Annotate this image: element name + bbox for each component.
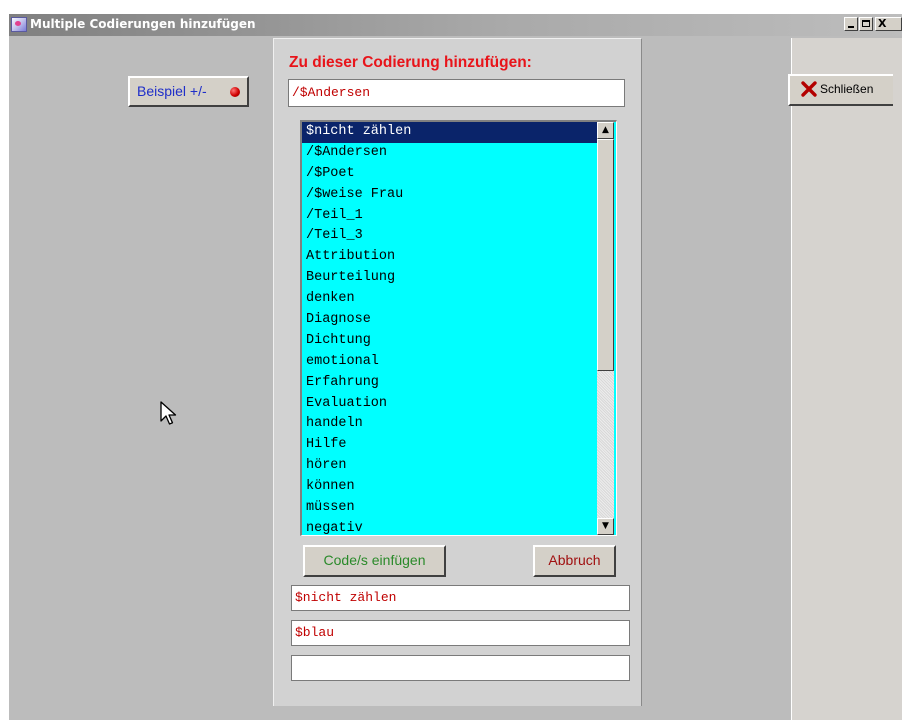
mouse-pointer-icon <box>160 401 177 425</box>
list-item[interactable]: müssen <box>302 498 597 519</box>
window-close-button[interactable]: X <box>875 17 902 31</box>
list-item[interactable]: Erfahrung <box>302 373 597 394</box>
list-item[interactable]: handeln <box>302 414 597 435</box>
list-item[interactable]: /Teil_3 <box>302 226 597 247</box>
cancel-button[interactable]: Abbruch <box>533 545 616 577</box>
list-item[interactable]: denken <box>302 289 597 310</box>
panel-heading: Zu dieser Codierung hinzufügen: <box>289 54 532 71</box>
list-item[interactable]: Evaluation <box>302 394 597 415</box>
list-item[interactable]: /Teil_1 <box>302 206 597 227</box>
close-dialog-button[interactable]: Schließen <box>788 74 893 106</box>
scroll-down-arrow-icon[interactable]: ▼ <box>597 518 614 535</box>
list-item[interactable]: Hilfe <box>302 435 597 456</box>
minimize-button[interactable] <box>844 17 858 31</box>
app-icon <box>11 17 27 32</box>
list-item[interactable]: Dichtung <box>302 331 597 352</box>
insert-codes-button[interactable]: Code/s einfügen <box>303 545 446 577</box>
window-title: Multiple Codierungen hinzufügen <box>30 17 256 31</box>
target-code-field[interactable]: /$Andersen <box>288 79 625 107</box>
list-item[interactable]: emotional <box>302 352 597 373</box>
sample-button-label: Beispiel +/- <box>137 83 207 99</box>
selected-code-field-1[interactable]: $nicht zählen <box>291 585 630 611</box>
list-scrollbar[interactable]: ▲ ▼ <box>597 122 614 535</box>
title-bar[interactable]: Multiple Codierungen hinzufügen X <box>9 14 902 36</box>
red-dot-icon <box>230 87 240 97</box>
scroll-thumb[interactable] <box>597 139 614 371</box>
list-item-selected[interactable]: $nicht zählen <box>302 122 597 143</box>
maximize-icon <box>862 20 870 27</box>
scroll-up-arrow-icon[interactable]: ▲ <box>597 122 614 139</box>
selected-code-field-3[interactable] <box>291 655 630 681</box>
list-item[interactable]: können <box>302 477 597 498</box>
list-item[interactable]: /$Andersen <box>302 143 597 164</box>
code-list-items: $nicht zählen /$Andersen /$Poet /$weise … <box>302 122 597 535</box>
maximize-button[interactable] <box>859 17 873 31</box>
minimize-icon <box>848 26 854 28</box>
close-button-label: Schließen <box>820 82 874 96</box>
sample-toggle-button[interactable]: Beispiel +/- <box>128 76 249 107</box>
list-item[interactable]: /$weise Frau <box>302 185 597 206</box>
list-item[interactable]: /$Poet <box>302 164 597 185</box>
list-item[interactable]: Attribution <box>302 247 597 268</box>
right-panel <box>791 38 902 720</box>
selected-code-field-2[interactable]: $blau <box>291 620 630 646</box>
list-item[interactable]: hören <box>302 456 597 477</box>
list-item[interactable]: negativ <box>302 519 597 535</box>
code-listbox[interactable]: $nicht zählen /$Andersen /$Poet /$weise … <box>300 120 617 536</box>
list-item[interactable]: Diagnose <box>302 310 597 331</box>
close-x-icon <box>801 81 817 97</box>
list-item[interactable]: Beurteilung <box>302 268 597 289</box>
